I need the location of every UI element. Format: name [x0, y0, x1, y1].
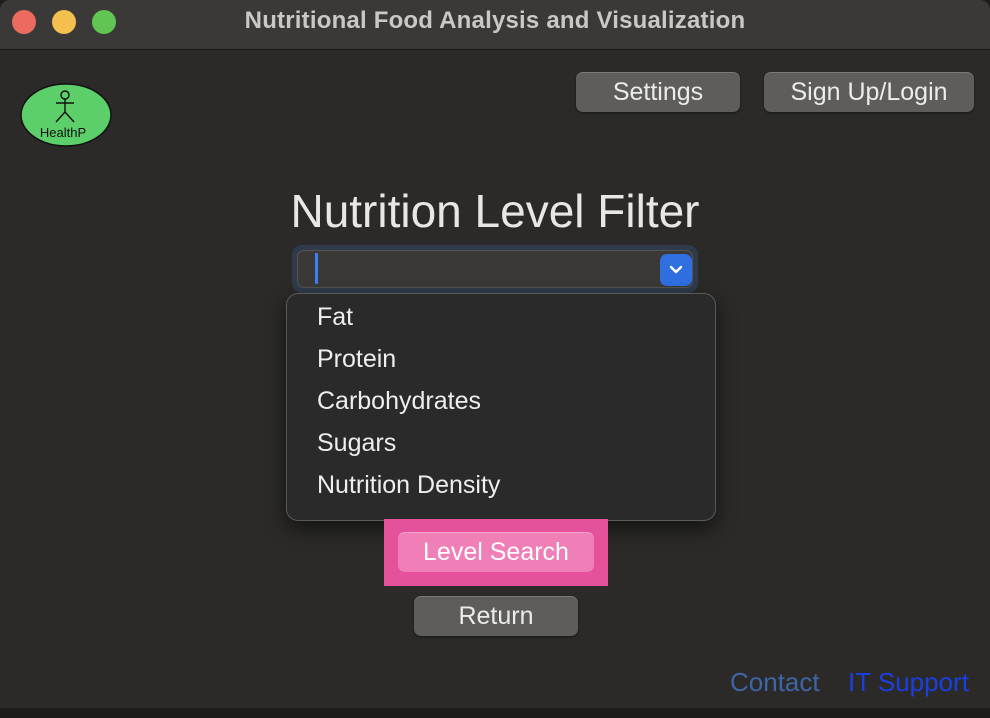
nutrition-level-combobox[interactable]: [297, 250, 693, 288]
nutrition-level-dropdown: Fat Protein Carbohydrates Sugars Nutriti…: [286, 293, 716, 521]
logo-text: HealthP: [40, 125, 86, 140]
dropdown-item-fat[interactable]: Fat: [287, 297, 715, 339]
dropdown-item-sugars[interactable]: Sugars: [287, 423, 715, 465]
combo-dropdown-button[interactable]: [660, 254, 692, 286]
level-search-button[interactable]: Level Search: [398, 532, 594, 572]
window-title: Nutritional Food Analysis and Visualizat…: [244, 7, 746, 34]
app-window: Nutritional Food Analysis and Visualizat…: [0, 0, 990, 718]
contact-link[interactable]: Contact: [730, 667, 820, 698]
dropdown-item-protein[interactable]: Protein: [287, 339, 715, 381]
signup-login-button[interactable]: Sign Up/Login: [764, 72, 974, 112]
return-button[interactable]: Return: [414, 596, 578, 636]
dropdown-item-carbohydrates[interactable]: Carbohydrates: [287, 381, 715, 423]
chevron-down-icon: [669, 265, 683, 274]
it-support-link[interactable]: IT Support: [848, 667, 969, 698]
page-title: Nutrition Level Filter: [290, 185, 700, 237]
dropdown-item-nutrition-density[interactable]: Nutrition Density: [287, 465, 715, 507]
title-bar: Nutritional Food Analysis and Visualizat…: [0, 0, 990, 50]
settings-button[interactable]: Settings: [576, 72, 740, 112]
window-bottom-edge: [0, 708, 990, 718]
text-caret: [315, 253, 318, 284]
healthp-logo: HealthP: [20, 83, 112, 147]
